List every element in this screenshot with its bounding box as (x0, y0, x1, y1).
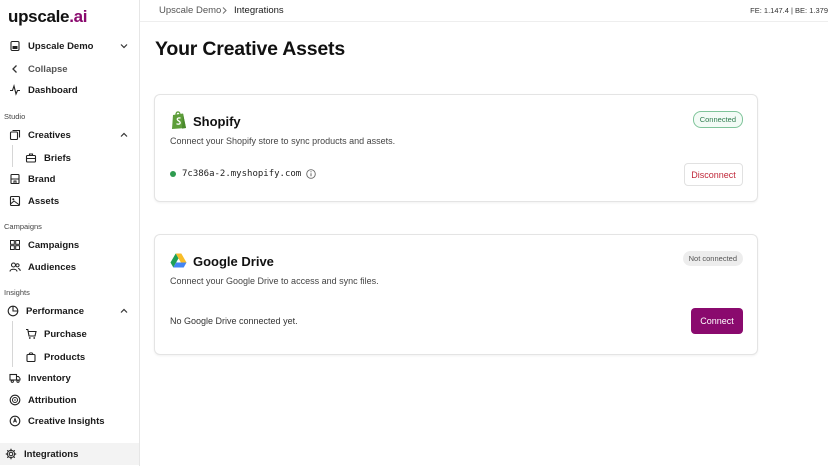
sidebar: upscale.ai Upscale Demo Collapse Dashboa… (0, 0, 140, 466)
disconnect-button[interactable]: Disconnect (684, 163, 743, 186)
status-badge: Connected (692, 111, 743, 128)
google-drive-card: Google Drive Connect your Google Drive t… (154, 234, 758, 355)
users-icon (9, 261, 21, 273)
shopify-logo-icon (172, 111, 186, 129)
sidebar-item-purchase[interactable]: Purchase (0, 324, 139, 344)
connected-store: 7c386a-2.myshopify.com (170, 169, 316, 179)
shopify-title: Shopify (193, 114, 241, 129)
cart-icon (25, 328, 37, 340)
section-campaigns: Campaigns (4, 222, 42, 231)
activity-icon (9, 84, 21, 96)
target-icon (9, 394, 21, 406)
sidebar-item-audiences[interactable]: Audiences (0, 257, 139, 277)
lightbulb-icon (9, 415, 21, 427)
google-drive-logo-icon (170, 253, 187, 268)
section-insights: Insights (4, 288, 30, 297)
gear-icon (5, 448, 17, 460)
workspace-icon (9, 40, 21, 52)
page-title: Your Creative Assets (155, 38, 346, 60)
briefcase-icon (25, 152, 37, 164)
shopping-bag-icon (25, 351, 37, 363)
version-info: FE: 1.147.4 | BE: 1.379 (750, 6, 828, 15)
info-icon[interactable] (306, 169, 316, 179)
store-domain: 7c386a-2.myshopify.com (182, 169, 302, 179)
sidebar-item-products[interactable]: Products (0, 347, 139, 367)
workspace-name: Upscale Demo (28, 40, 94, 52)
upscale-logo[interactable]: upscale.ai (8, 7, 88, 27)
collapse-button[interactable]: Collapse (0, 59, 139, 79)
layers-icon (9, 129, 21, 141)
sidebar-item-briefs[interactable]: Briefs (0, 148, 139, 168)
sidebar-item-creatives[interactable]: Creatives (0, 125, 139, 145)
chevron-up-icon (120, 308, 128, 313)
shopify-description: Connect your Shopify store to sync produ… (170, 136, 396, 146)
shopify-card: Shopify Connect your Shopify store to sy… (154, 94, 758, 202)
breadcrumb-workspace[interactable]: Upscale Demo (159, 5, 221, 16)
sidebar-item-assets[interactable]: Assets (0, 191, 139, 211)
sidebar-item-inventory[interactable]: Inventory (0, 368, 139, 388)
breadcrumb-current: Integrations (234, 5, 284, 16)
google-drive-description: Connect your Google Drive to access and … (170, 276, 379, 286)
chevron-down-icon (120, 44, 128, 49)
workspace-switcher[interactable]: Upscale Demo (0, 36, 139, 56)
chevron-right-icon (222, 7, 227, 14)
sidebar-item-performance[interactable]: Performance (0, 301, 139, 321)
image-icon (9, 195, 21, 207)
chevron-left-icon (9, 63, 21, 75)
sidebar-item-dashboard[interactable]: Dashboard (0, 80, 139, 100)
grid-icon (9, 239, 21, 251)
empty-state-text: No Google Drive connected yet. (170, 316, 298, 326)
sidebar-item-campaigns[interactable]: Campaigns (0, 235, 139, 255)
top-bar: Upscale Demo Integrations FE: 1.147.4 | … (140, 0, 828, 22)
section-studio: Studio (4, 112, 26, 121)
sidebar-item-brand[interactable]: Brand (0, 169, 139, 189)
status-badge: Not connected (682, 251, 743, 266)
status-dot-icon (170, 171, 176, 177)
truck-icon (9, 372, 21, 384)
connect-button[interactable]: Connect (691, 308, 743, 334)
sidebar-item-creative-insights[interactable]: Creative Insights (0, 411, 139, 431)
sidebar-item-integrations[interactable]: Integrations (0, 443, 139, 465)
building-icon (9, 173, 21, 185)
google-drive-title: Google Drive (193, 254, 274, 269)
pie-chart-icon (7, 305, 19, 317)
chevron-up-icon (120, 132, 128, 137)
sidebar-item-attribution[interactable]: Attribution (0, 390, 139, 410)
